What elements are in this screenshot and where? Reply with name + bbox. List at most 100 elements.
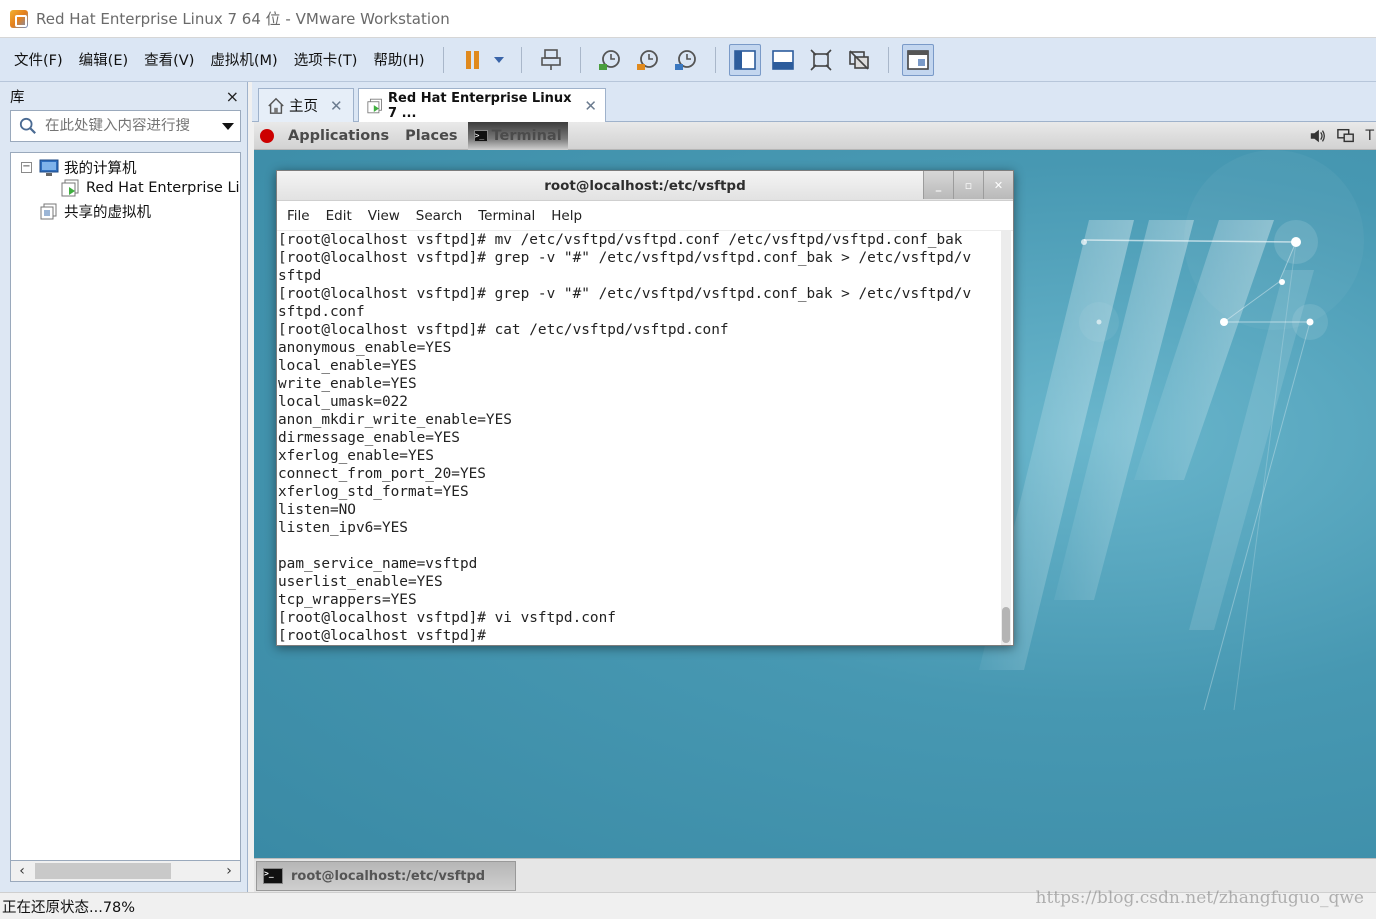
menu-toolbar: 文件(F) 编辑(E) 查看(V) 虚拟机(M) 选项卡(T) 帮助(H): [0, 38, 1376, 82]
tab-home-close-button[interactable]: ✕: [330, 97, 343, 115]
view-sidebar-button[interactable]: [728, 43, 761, 76]
unity-button[interactable]: [843, 44, 875, 76]
home-icon: [268, 97, 284, 114]
menu-edit[interactable]: 编辑(E): [71, 45, 136, 74]
terminal-menu-edit[interactable]: Edit: [318, 208, 360, 224]
scroll-left-icon[interactable]: ‹: [11, 863, 33, 879]
search-dropdown-icon[interactable]: [222, 123, 234, 130]
network-icon[interactable]: [1337, 128, 1355, 144]
library-search-input[interactable]: [45, 118, 215, 134]
scroll-right-icon[interactable]: ›: [218, 863, 240, 879]
vm-console[interactable]: Applications Places >_ Terminal T root@l…: [254, 122, 1376, 892]
library-search[interactable]: [10, 110, 241, 142]
terminal-scrollbar-thumb[interactable]: [1002, 607, 1010, 643]
toolbar-separator: [442, 46, 444, 73]
fullscreen-icon: [810, 48, 832, 71]
send-ctrl-alt-del-button[interactable]: [535, 44, 567, 76]
terminal-menubar: File Edit View Search Terminal Help: [277, 201, 1013, 231]
gnome-terminal-launcher[interactable]: >_ Terminal: [467, 122, 568, 150]
terminal-menu-file[interactable]: File: [279, 208, 318, 224]
terminal-line: pam_service_name=vsftpd: [278, 556, 478, 572]
gnome-desktop[interactable]: root@localhost:/etc/vsftpd _ ▫ ✕ File Ed…: [254, 150, 1376, 858]
terminal-line: xferlog_std_format=YES: [278, 484, 469, 500]
tree-label-my-computer: 我的计算机: [64, 161, 137, 177]
gnome-applications-menu[interactable]: Applications: [288, 128, 389, 144]
terminal-prompt-line[interactable]: [root@localhost vsftpd]#: [278, 627, 1001, 645]
terminal-line: listen_ipv6=YES: [278, 520, 408, 536]
fullscreen-button[interactable]: [805, 44, 837, 76]
menu-vm[interactable]: 虚拟机(M): [202, 45, 285, 74]
close-button[interactable]: ✕: [983, 171, 1013, 199]
vm-running-icon: [367, 98, 382, 113]
snapshot-revert-icon: [636, 49, 658, 70]
pause-icon: [465, 50, 479, 69]
taskbar-terminal-item[interactable]: >_ root@localhost:/etc/vsftpd: [256, 861, 516, 891]
vm-running-icon: [61, 179, 79, 197]
search-icon: [19, 117, 36, 134]
tab-rhel7-close-button[interactable]: ✕: [584, 97, 597, 115]
snapshot-take-button[interactable]: [594, 44, 626, 76]
snapshot-take-icon: [598, 49, 620, 70]
tree-node-my-computer[interactable]: − 我的计算机: [21, 157, 137, 178]
volume-icon[interactable]: [1309, 128, 1327, 144]
terminal-line: write_enable=YES: [278, 376, 417, 392]
tree-node-vm[interactable]: Red Hat Enterprise Li: [61, 179, 240, 197]
dropdown-arrow-icon: [493, 56, 504, 63]
terminal-line: [root@localhost vsftpd]# vi vsftpd.conf: [278, 610, 616, 626]
terminal-window[interactable]: root@localhost:/etc/vsftpd _ ▫ ✕ File Ed…: [276, 170, 1014, 646]
library-close-button[interactable]: ×: [226, 87, 239, 106]
terminal-menu-view[interactable]: View: [360, 208, 408, 224]
gnome-top-panel: Applications Places >_ Terminal T: [254, 122, 1376, 150]
view-thumbnail-button[interactable]: [767, 44, 799, 76]
terminal-title-bar[interactable]: root@localhost:/etc/vsftpd _ ▫ ✕: [277, 171, 1013, 201]
menu-tabs[interactable]: 选项卡(T): [286, 45, 366, 74]
tab-home-label: 主页: [289, 99, 318, 115]
tab-rhel7[interactable]: Red Hat Enterprise Linux 7 ... ✕: [358, 88, 606, 122]
terminal-line: local_umask=022: [278, 394, 408, 410]
window-title-bar: Red Hat Enterprise Linux 7 64 位 - VMware…: [0, 0, 1376, 38]
terminal-output[interactable]: [root@localhost vsftpd]# mv /etc/vsftpd/…: [277, 231, 1001, 647]
scrollbar-thumb[interactable]: [35, 863, 171, 879]
terminal-line: anonymous_enable=YES: [278, 340, 452, 356]
taskbar-terminal-label: root@localhost:/etc/vsftpd: [291, 868, 486, 884]
view-sidebar-icon: [733, 49, 756, 70]
terminal-line: [root@localhost vsftpd]# grep -v "#" /et…: [278, 286, 972, 302]
menu-file[interactable]: 文件(F): [6, 45, 71, 74]
terminal-line: listen=NO: [278, 502, 356, 518]
snapshot-manager-icon: [674, 49, 696, 70]
minimize-button[interactable]: _: [923, 171, 953, 199]
terminal-scrollbar[interactable]: [1001, 231, 1011, 645]
terminal-line: anon_mkdir_write_enable=YES: [278, 412, 512, 428]
terminal-menu-terminal[interactable]: Terminal: [470, 208, 543, 224]
library-horizontal-scrollbar[interactable]: ‹ ›: [10, 860, 241, 882]
library-tree: − 我的计算机 Red Hat Enterprise Li 共享的虚拟机: [10, 152, 241, 865]
menu-help[interactable]: 帮助(H): [365, 45, 432, 74]
terminal-line: [root@localhost vsftpd]# mv /etc/vsftpd/…: [278, 232, 963, 248]
terminal-menu-help[interactable]: Help: [543, 208, 590, 224]
tree-node-shared-vms[interactable]: 共享的虚拟机: [39, 201, 151, 222]
snapshot-revert-button[interactable]: [632, 44, 664, 76]
maximize-button[interactable]: ▫: [953, 171, 983, 199]
power-dropdown-button[interactable]: [490, 44, 508, 76]
menu-view[interactable]: 查看(V): [136, 45, 202, 74]
terminal-line: dirmessage_enable=YES: [278, 430, 460, 446]
tree-label-shared-vms: 共享的虚拟机: [64, 205, 151, 221]
gnome-panel-clipped-text: T: [1365, 128, 1374, 144]
unity-icon: [848, 49, 869, 70]
console-view-button[interactable]: [901, 43, 934, 76]
collapse-icon[interactable]: −: [21, 162, 32, 173]
snapshot-manager-button[interactable]: [670, 44, 702, 76]
toolbar-separator: [714, 46, 716, 73]
terminal-line: tcp_wrappers=YES: [278, 592, 417, 608]
window-title: Red Hat Enterprise Linux 7 64 位 - VMware…: [36, 10, 450, 28]
terminal-line: sftpd: [278, 268, 322, 284]
console-view-icon: [906, 49, 929, 70]
terminal-icon: >_: [263, 868, 283, 884]
tab-strip: 主页 ✕ Red Hat Enterprise Linux 7 ... ✕: [252, 82, 1376, 122]
tab-rhel7-label: Red Hat Enterprise Linux 7 ...: [388, 90, 572, 121]
tab-home[interactable]: 主页 ✕: [258, 88, 354, 122]
pause-button[interactable]: [457, 44, 489, 76]
terminal-menu-search[interactable]: Search: [408, 208, 470, 224]
vmware-app-icon: [10, 9, 28, 28]
gnome-places-menu[interactable]: Places: [405, 128, 457, 144]
